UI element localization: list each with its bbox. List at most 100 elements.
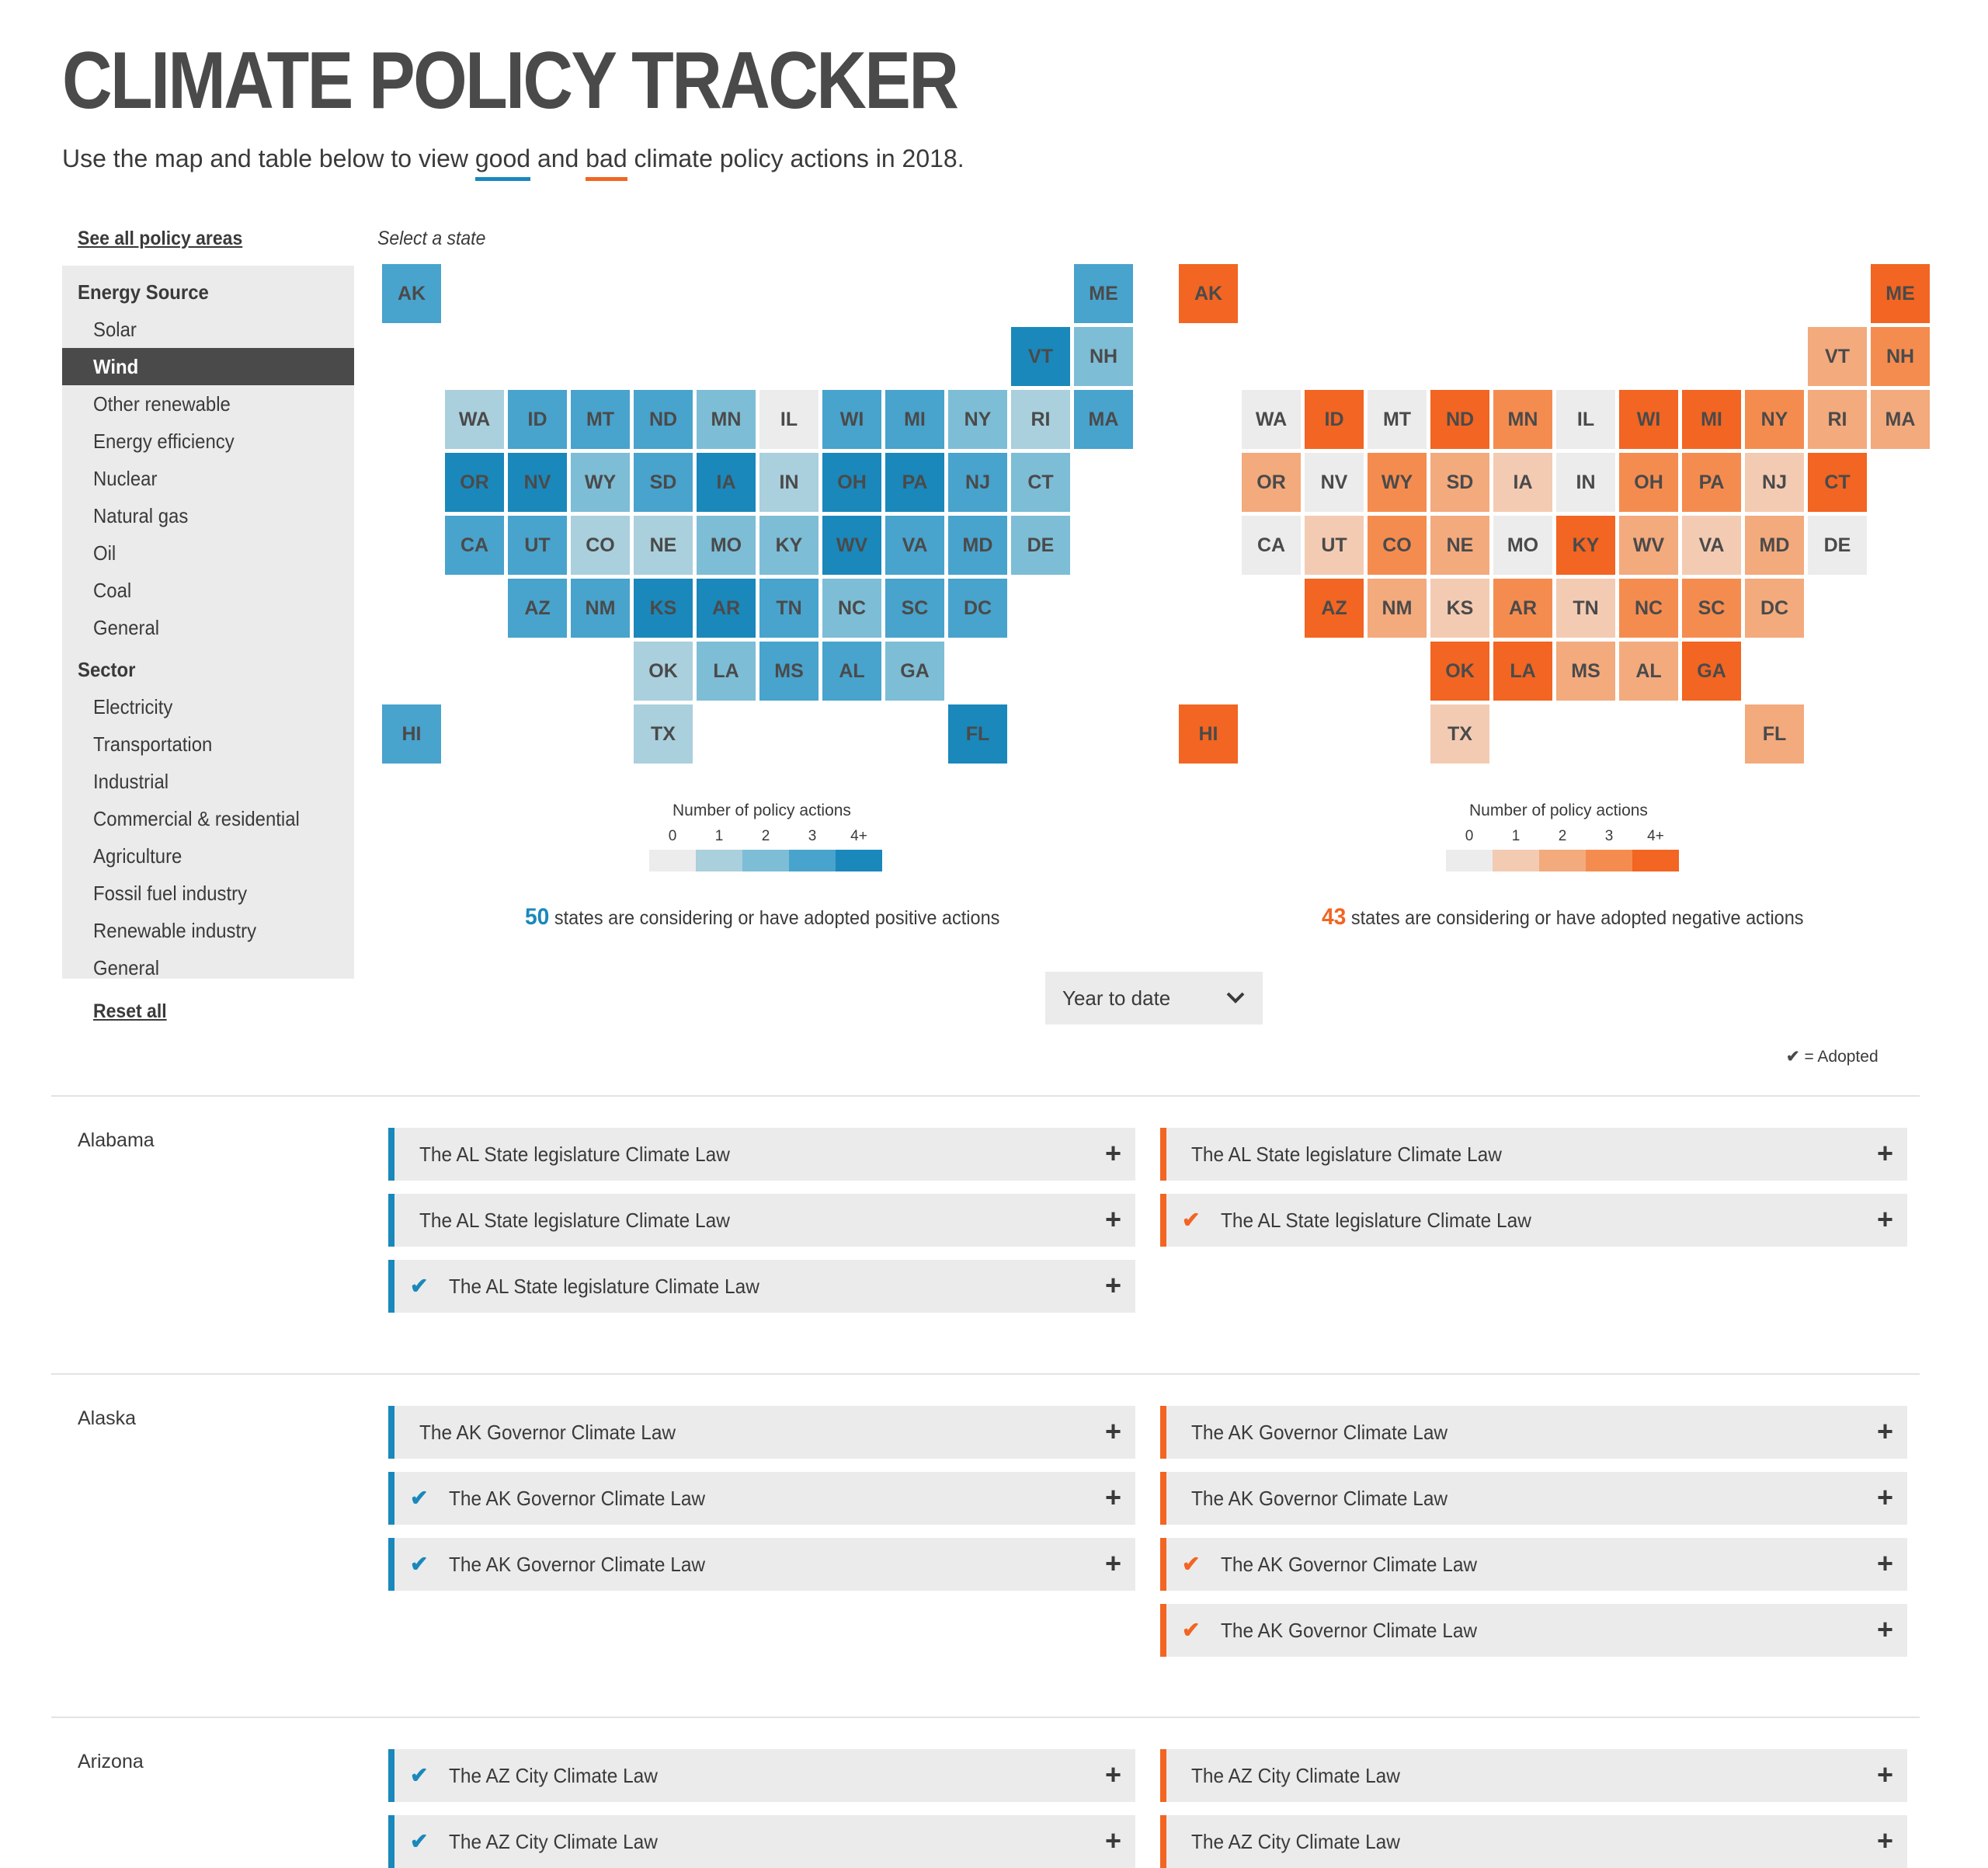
- negative-tile-sd[interactable]: SD: [1430, 453, 1489, 512]
- time-range-dropdown[interactable]: Year to date: [1045, 972, 1263, 1024]
- sidebar-item-general[interactable]: General: [62, 949, 354, 986]
- sidebar-item-fossil-fuel-industry[interactable]: Fossil fuel industry: [62, 875, 354, 912]
- negative-tile-va[interactable]: VA: [1682, 516, 1741, 575]
- sidebar-item-oil[interactable]: Oil: [62, 534, 354, 572]
- positive-tile-in[interactable]: IN: [759, 453, 818, 512]
- positive-tile-md[interactable]: MD: [948, 516, 1007, 575]
- negative-tile-dc[interactable]: DC: [1745, 579, 1804, 638]
- positive-tile-ct[interactable]: CT: [1011, 453, 1070, 512]
- negative-tile-or[interactable]: OR: [1242, 453, 1301, 512]
- negative-policy-row[interactable]: ✔ The AK Governor Climate Law +: [1160, 1538, 1907, 1591]
- reset-all-link[interactable]: Reset all: [93, 1000, 167, 1023]
- negative-tile-oh[interactable]: OH: [1619, 453, 1678, 512]
- sidebar-item-industrial[interactable]: Industrial: [62, 763, 354, 800]
- plus-icon[interactable]: +: [1105, 1538, 1121, 1589]
- negative-tile-ak[interactable]: AK: [1179, 264, 1238, 323]
- positive-tile-mn[interactable]: MN: [697, 390, 756, 449]
- positive-tile-me[interactable]: ME: [1074, 264, 1133, 323]
- positive-tile-wv[interactable]: WV: [822, 516, 881, 575]
- negative-tile-pa[interactable]: PA: [1682, 453, 1741, 512]
- positive-tile-wy[interactable]: WY: [571, 453, 630, 512]
- plus-icon[interactable]: +: [1877, 1128, 1893, 1179]
- negative-policy-row[interactable]: The AZ City Climate Law +: [1160, 1815, 1907, 1868]
- positive-tile-sd[interactable]: SD: [634, 453, 693, 512]
- negative-tile-wa[interactable]: WA: [1242, 390, 1301, 449]
- sidebar-item-general[interactable]: General: [62, 609, 354, 646]
- plus-icon[interactable]: +: [1877, 1538, 1893, 1589]
- negative-tile-nc[interactable]: NC: [1619, 579, 1678, 638]
- negative-tile-mn[interactable]: MN: [1493, 390, 1552, 449]
- positive-tile-al[interactable]: AL: [822, 642, 881, 701]
- sidebar-item-transportation[interactable]: Transportation: [62, 725, 354, 763]
- negative-policy-row[interactable]: The AK Governor Climate Law +: [1160, 1406, 1907, 1459]
- sidebar-item-solar[interactable]: Solar: [62, 311, 354, 348]
- negative-tile-ga[interactable]: GA: [1682, 642, 1741, 701]
- positive-tile-de[interactable]: DE: [1011, 516, 1070, 575]
- sidebar-item-electricity[interactable]: Electricity: [62, 688, 354, 725]
- positive-tile-ar[interactable]: AR: [697, 579, 756, 638]
- negative-tile-ma[interactable]: MA: [1871, 390, 1930, 449]
- negative-tile-nh[interactable]: NH: [1871, 327, 1930, 386]
- positive-tile-ks[interactable]: KS: [634, 579, 693, 638]
- positive-policy-row[interactable]: The AK Governor Climate Law +: [388, 1406, 1135, 1459]
- positive-tile-ok[interactable]: OK: [634, 642, 693, 701]
- positive-policy-row[interactable]: ✔ The AZ City Climate Law +: [388, 1815, 1135, 1868]
- positive-tile-nc[interactable]: NC: [822, 579, 881, 638]
- positive-policy-row[interactable]: ✔ The AK Governor Climate Law +: [388, 1538, 1135, 1591]
- negative-policy-row[interactable]: The AZ City Climate Law +: [1160, 1749, 1907, 1802]
- negative-tile-ne[interactable]: NE: [1430, 516, 1489, 575]
- positive-tile-oh[interactable]: OH: [822, 453, 881, 512]
- positive-tile-ny[interactable]: NY: [948, 390, 1007, 449]
- negative-tile-co[interactable]: CO: [1368, 516, 1427, 575]
- positive-tile-id[interactable]: ID: [508, 390, 567, 449]
- positive-tile-nd[interactable]: ND: [634, 390, 693, 449]
- negative-tile-mi[interactable]: MI: [1682, 390, 1741, 449]
- negative-tile-in[interactable]: IN: [1556, 453, 1615, 512]
- positive-tile-nh[interactable]: NH: [1074, 327, 1133, 386]
- positive-tile-mi[interactable]: MI: [885, 390, 944, 449]
- positive-tile-va[interactable]: VA: [885, 516, 944, 575]
- positive-tile-la[interactable]: LA: [697, 642, 756, 701]
- sidebar-item-nuclear[interactable]: Nuclear: [62, 460, 354, 497]
- positive-tile-ca[interactable]: CA: [445, 516, 504, 575]
- negative-tile-ms[interactable]: MS: [1556, 642, 1615, 701]
- positive-tile-hi[interactable]: HI: [382, 704, 441, 764]
- sidebar-item-wind[interactable]: Wind: [62, 348, 354, 385]
- sidebar-item-coal[interactable]: Coal: [62, 572, 354, 609]
- positive-tile-wa[interactable]: WA: [445, 390, 504, 449]
- positive-tile-il[interactable]: IL: [759, 390, 818, 449]
- positive-policy-row[interactable]: ✔ The AL State legislature Climate Law +: [388, 1260, 1135, 1313]
- positive-tile-co[interactable]: CO: [571, 516, 630, 575]
- positive-tile-fl[interactable]: FL: [948, 704, 1007, 764]
- positive-tile-sc[interactable]: SC: [885, 579, 944, 638]
- positive-tile-mt[interactable]: MT: [571, 390, 630, 449]
- negative-tile-nj[interactable]: NJ: [1745, 453, 1804, 512]
- sidebar-item-commercial-residential[interactable]: Commercial & residential: [62, 800, 354, 837]
- plus-icon[interactable]: +: [1105, 1815, 1121, 1866]
- negative-tile-de[interactable]: DE: [1808, 516, 1867, 575]
- negative-tile-la[interactable]: LA: [1493, 642, 1552, 701]
- positive-tile-pa[interactable]: PA: [885, 453, 944, 512]
- negative-tile-ct[interactable]: CT: [1808, 453, 1867, 512]
- negative-tile-tx[interactable]: TX: [1430, 704, 1489, 764]
- plus-icon[interactable]: +: [1877, 1749, 1893, 1800]
- negative-tile-ut[interactable]: UT: [1305, 516, 1364, 575]
- negative-tile-ia[interactable]: IA: [1493, 453, 1552, 512]
- negative-tile-il[interactable]: IL: [1556, 390, 1615, 449]
- sidebar-item-other-renewable[interactable]: Other renewable: [62, 385, 354, 423]
- positive-tile-ga[interactable]: GA: [885, 642, 944, 701]
- positive-tile-nj[interactable]: NJ: [948, 453, 1007, 512]
- negative-tile-az[interactable]: AZ: [1305, 579, 1364, 638]
- negative-tile-ny[interactable]: NY: [1745, 390, 1804, 449]
- positive-tile-ms[interactable]: MS: [759, 642, 818, 701]
- negative-tile-nv[interactable]: NV: [1305, 453, 1364, 512]
- positive-tile-nv[interactable]: NV: [508, 453, 567, 512]
- positive-tile-az[interactable]: AZ: [508, 579, 567, 638]
- negative-tile-ok[interactable]: OK: [1430, 642, 1489, 701]
- plus-icon[interactable]: +: [1877, 1815, 1893, 1866]
- positive-tile-dc[interactable]: DC: [948, 579, 1007, 638]
- sidebar-item-energy-efficiency[interactable]: Energy efficiency: [62, 423, 354, 460]
- sidebar-item-renewable-industry[interactable]: Renewable industry: [62, 912, 354, 949]
- positive-tile-wi[interactable]: WI: [822, 390, 881, 449]
- negative-tile-mt[interactable]: MT: [1368, 390, 1427, 449]
